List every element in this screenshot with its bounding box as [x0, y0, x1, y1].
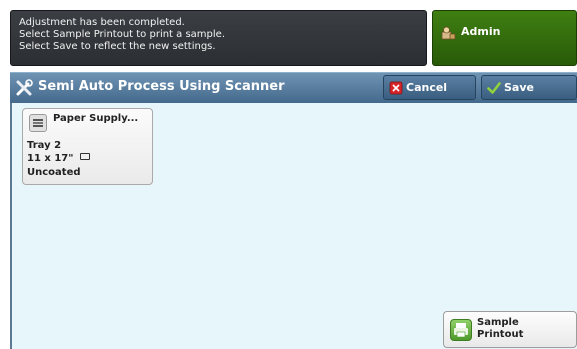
- title-bar: Semi Auto Process Using Scanner Cancel S…: [10, 72, 577, 103]
- sample-printout-button[interactable]: Sample Printout: [443, 311, 577, 348]
- status-message-line: Select Sample Printout to print a sample…: [19, 29, 225, 40]
- landscape-orientation-icon: [79, 153, 90, 160]
- tools-icon: [16, 79, 33, 96]
- status-message-line: Select Save to reflect the new settings.: [19, 41, 216, 52]
- admin-user-icon: [441, 26, 456, 40]
- paper-tray-icon: [29, 114, 47, 132]
- paper-size-value: 11 x 17": [27, 153, 74, 164]
- admin-label: Admin: [461, 25, 501, 38]
- cancel-button[interactable]: Cancel: [383, 75, 476, 100]
- content-area: Paper Supply... Tray 2 11 x 17" Uncoated…: [10, 103, 577, 349]
- status-message-panel: Adjustment has been completed. Select Sa…: [10, 10, 427, 66]
- save-button[interactable]: Save: [481, 75, 577, 100]
- sample-printout-label: Sample Printout: [477, 317, 524, 340]
- printer-icon: [450, 319, 472, 341]
- paper-tray-glyph: [33, 119, 43, 127]
- save-label: Save: [504, 81, 534, 94]
- paper-tray-value: Tray 2: [27, 140, 62, 151]
- page-title: Semi Auto Process Using Scanner: [38, 79, 285, 94]
- paper-supply-button[interactable]: Paper Supply... Tray 2 11 x 17" Uncoated: [22, 108, 153, 185]
- printer-glyph: [454, 323, 468, 338]
- paper-size-row: 11 x 17": [27, 153, 90, 164]
- cancel-label: Cancel: [406, 81, 448, 94]
- checkmark-icon: [487, 82, 501, 94]
- cancel-icon: [389, 81, 403, 95]
- admin-button[interactable]: Admin: [432, 10, 577, 66]
- paper-type-value: Uncoated: [27, 167, 81, 178]
- paper-supply-title: Paper Supply...: [53, 113, 139, 124]
- status-message-line: Adjustment has been completed.: [19, 17, 185, 28]
